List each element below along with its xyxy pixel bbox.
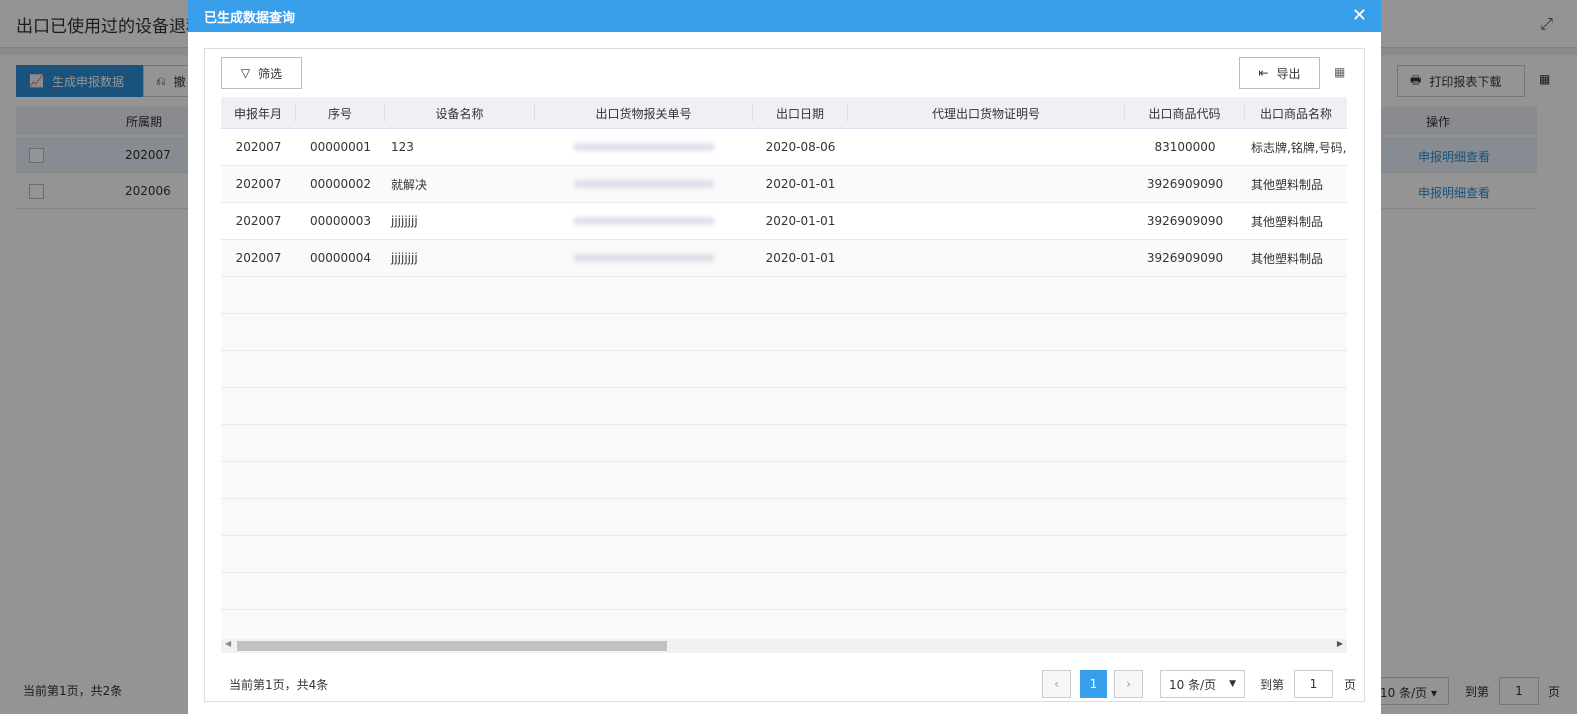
cell-seq: 00000002 (309, 177, 372, 191)
column-header[interactable]: 出口商品代码 (1125, 104, 1245, 122)
horizontal-scrollbar[interactable]: ◀ ▶ (221, 639, 1347, 653)
goto-input[interactable]: 1 (1294, 670, 1333, 698)
button-label: 导出 (1276, 66, 1301, 81)
cell-customs-number-blurred (535, 203, 753, 239)
table-header: 申报年月 序号 设备名称 出口货物报关单号 出口日期 代理出口货物证明号 出口商… (221, 97, 1347, 129)
cell-goods-code: 3926909090 (1146, 214, 1224, 228)
cell-proof-number (848, 129, 1125, 165)
data-table: 申报年月 序号 设备名称 出口货物报关单号 出口日期 代理出口货物证明号 出口商… (221, 97, 1347, 639)
cell-year-month: 202007 (235, 251, 282, 265)
cell-goods-name: 其他塑料制品 (1251, 251, 1324, 266)
page-summary: 当前第1页，共4条 (229, 678, 329, 692)
cell-proof-number (848, 166, 1125, 202)
filter-icon: ▽ (240, 66, 251, 80)
column-header[interactable]: 申报年月 (221, 104, 296, 122)
scrollbar-thumb[interactable] (237, 641, 667, 651)
cell-goods-code: 83100000 (1154, 140, 1216, 154)
empty-row (221, 351, 1347, 388)
column-header[interactable]: 出口货物报关单号 (535, 104, 753, 122)
generated-data-dialog: 已生成数据查询 ✕ ▽ 筛选 ⇤ 导出 ▦ 申报年月 序号 设备名称 出口货物报关单… (188, 0, 1381, 714)
scroll-left-icon[interactable]: ◀ (225, 639, 231, 648)
cell-device-name: jjjjjjjj (391, 251, 418, 265)
empty-row (221, 499, 1347, 536)
dialog-header: 已生成数据查询 ✕ (188, 0, 1381, 32)
cell-customs-number-blurred (535, 129, 753, 165)
cell-goods-name: 其他塑料制品 (1251, 214, 1324, 229)
empty-row (221, 536, 1347, 573)
cell-year-month: 202007 (235, 214, 282, 228)
cell-device-name: 就解决 (391, 177, 428, 192)
cell-export-date: 2020-01-01 (765, 251, 836, 265)
cell-seq: 00000004 (309, 251, 372, 265)
cell-seq: 00000001 (309, 140, 372, 154)
page-size-value: 10 条/页 (1169, 677, 1217, 692)
cell-year-month: 202007 (235, 140, 282, 154)
cell-proof-number (848, 203, 1125, 239)
scroll-right-icon[interactable]: ▶ (1337, 639, 1343, 648)
cell-goods-code: 3926909090 (1146, 251, 1224, 265)
empty-row (221, 462, 1347, 499)
table-row[interactable]: 202007 00000002 就解决 2020-01-01 392690909… (221, 166, 1347, 203)
prev-page-button[interactable]: ‹ (1042, 670, 1071, 698)
table-row[interactable]: 202007 00000003 jjjjjjjj 2020-01-01 3926… (221, 203, 1347, 240)
column-header[interactable]: 代理出口货物证明号 (848, 104, 1125, 122)
dropdown-arrow-icon: ▼ (1229, 679, 1236, 689)
table-row[interactable]: 202007 00000004 jjjjjjjj 2020-01-01 3926… (221, 240, 1347, 277)
page-unit: 页 (1344, 678, 1357, 692)
cell-goods-name: 标志牌,铭牌,号码,字 (1251, 140, 1347, 155)
goto-label: 到第 (1260, 678, 1285, 692)
dialog-title: 已生成数据查询 (204, 10, 296, 26)
empty-row (221, 277, 1347, 314)
empty-row (221, 314, 1347, 351)
page-1-button[interactable]: 1 (1080, 670, 1107, 698)
cell-year-month: 202007 (235, 177, 282, 191)
next-page-button[interactable]: › (1114, 670, 1143, 698)
cell-customs-number-blurred (535, 240, 753, 276)
cell-export-date: 2020-08-06 (765, 140, 836, 154)
export-icon: ⇤ (1258, 66, 1269, 80)
filter-button[interactable]: ▽ 筛选 (221, 57, 302, 89)
close-icon[interactable]: ✕ (1352, 5, 1367, 26)
cell-seq: 00000003 (309, 214, 372, 228)
empty-row (221, 573, 1347, 610)
column-header[interactable]: 出口日期 (753, 104, 848, 122)
export-button[interactable]: ⇤ 导出 (1239, 57, 1320, 89)
dialog-body: ▽ 筛选 ⇤ 导出 ▦ 申报年月 序号 设备名称 出口货物报关单号 出口日期 代理出… (204, 48, 1365, 702)
page-size-select[interactable]: 10 条/页 ▼ (1160, 670, 1245, 698)
columns-icon[interactable]: ▦ (1334, 65, 1345, 79)
cell-device-name: jjjjjjjj (391, 214, 418, 228)
button-label: 筛选 (258, 66, 283, 81)
cell-export-date: 2020-01-01 (765, 177, 836, 191)
cell-export-date: 2020-01-01 (765, 214, 836, 228)
cell-goods-code: 3926909090 (1146, 177, 1224, 191)
empty-row (221, 610, 1347, 639)
table-row[interactable]: 202007 00000001 123 2020-08-06 83100000 … (221, 129, 1347, 166)
empty-row (221, 425, 1347, 462)
column-header[interactable]: 设备名称 (385, 104, 535, 122)
empty-row (221, 388, 1347, 425)
cell-device-name: 123 (391, 140, 414, 154)
cell-proof-number (848, 240, 1125, 276)
column-header[interactable]: 序号 (296, 104, 385, 122)
column-header[interactable]: 出口商品名称 (1245, 104, 1347, 122)
cell-goods-name: 其他塑料制品 (1251, 177, 1324, 192)
cell-customs-number-blurred (535, 166, 753, 202)
